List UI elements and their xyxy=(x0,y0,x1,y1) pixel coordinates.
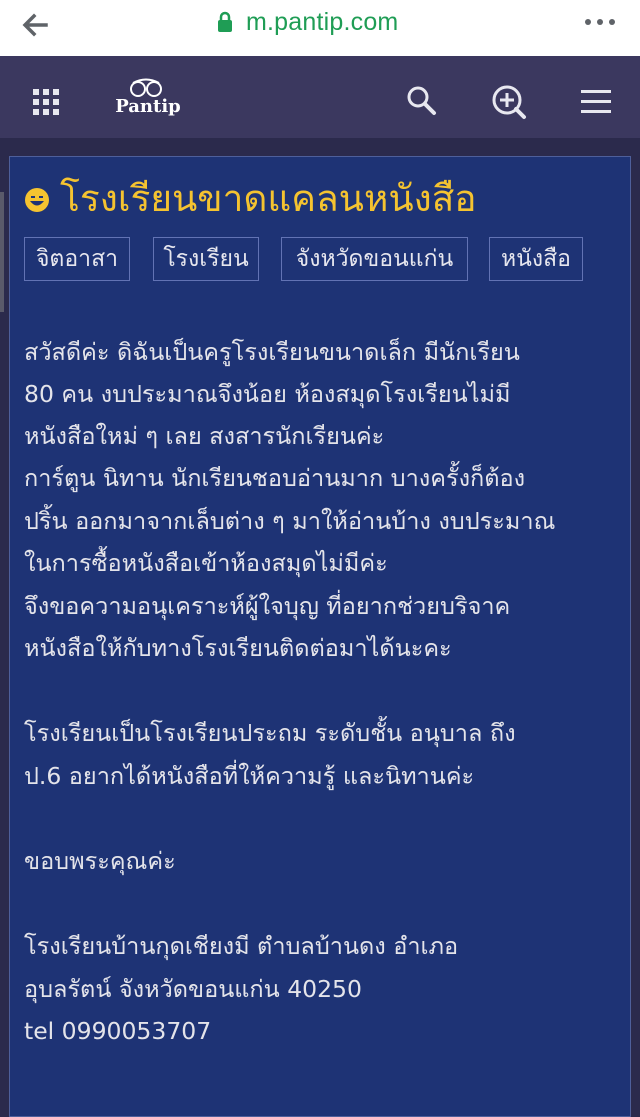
body-text-line: ในการซื้อหนังสือเข้าห้องสมุดไม่มีค่ะ xyxy=(24,549,388,577)
body-text-line: 80 คน งบประมาณจึงน้อย ห้องสมุดโรงเรียนไม… xyxy=(24,380,511,408)
body-text-line: หนังสือใหม่ ๆ เลย สงสารนักเรียนค่ะ xyxy=(24,422,385,450)
body-text-line: สวัสดีค่ะ ดิฉันเป็นครูโรงเรียนขนาดเล็ก ม… xyxy=(24,338,520,366)
tag-khon-kaen[interactable]: จังหวัดขอนแก่น xyxy=(281,237,468,281)
logo-text: Pantip xyxy=(115,96,181,117)
site-navbar: Pantip xyxy=(0,56,640,138)
body-text-line: ขอบพระคุณค่ะ xyxy=(24,847,176,875)
grid-menu-icon[interactable] xyxy=(33,89,59,115)
browser-address-bar: m.pantip.com xyxy=(0,0,640,57)
body-text-line: ป.6 อยากได้หนังสือที่ให้ความรู้ และนิทาน… xyxy=(24,762,475,790)
body-text-line: อุบลรัตน์ จังหวัดขอนแก่น 40250 xyxy=(24,975,362,1003)
body-text-line: หนังสือให้กับทางโรงเรียนติดต่อมาได้นะคะ xyxy=(24,634,452,662)
more-options-icon[interactable] xyxy=(582,7,618,44)
body-text-line: โรงเรียนบ้านกุดเชียงมี ตำบลบ้านดง อำเภอ xyxy=(24,932,459,960)
logo-mark-icon xyxy=(130,78,162,97)
lock-icon xyxy=(217,11,233,33)
body-text-line: โรงเรียนเป็นโรงเรียนประถม ระดับชั้น อนุบ… xyxy=(24,719,516,747)
body-text-line: จึงขอความอนุเคราะห์ผู้ใจบุญ ที่อยากช่วยบ… xyxy=(24,592,511,620)
hamburger-menu-icon[interactable] xyxy=(581,90,611,114)
search-icon[interactable] xyxy=(405,84,437,116)
smiley-icon xyxy=(24,187,50,213)
new-topic-icon[interactable] xyxy=(491,84,527,120)
tag-books[interactable]: หนังสือ xyxy=(489,237,583,281)
tag-school[interactable]: โรงเรียน xyxy=(153,237,259,281)
url-text[interactable]: m.pantip.com xyxy=(246,8,398,37)
back-arrow-icon[interactable] xyxy=(20,10,60,42)
scroll-edge xyxy=(0,192,4,312)
body-text-line: ปริ้น ออกมาจากเล็บต่าง ๆ มาให้อ่านบ้าง ง… xyxy=(24,507,556,535)
body-text-line: การ์ตูน นิทาน นักเรียนชอบอ่านมาก บางครั้… xyxy=(24,464,526,492)
tag-volunteer[interactable]: จิตอาสา xyxy=(24,237,130,281)
pantip-logo[interactable]: Pantip xyxy=(108,78,188,124)
topic-title: โรงเรียนขาดแคลนหนังสือ xyxy=(60,177,477,220)
body-text-line: tel 0990053707 xyxy=(24,1017,212,1045)
